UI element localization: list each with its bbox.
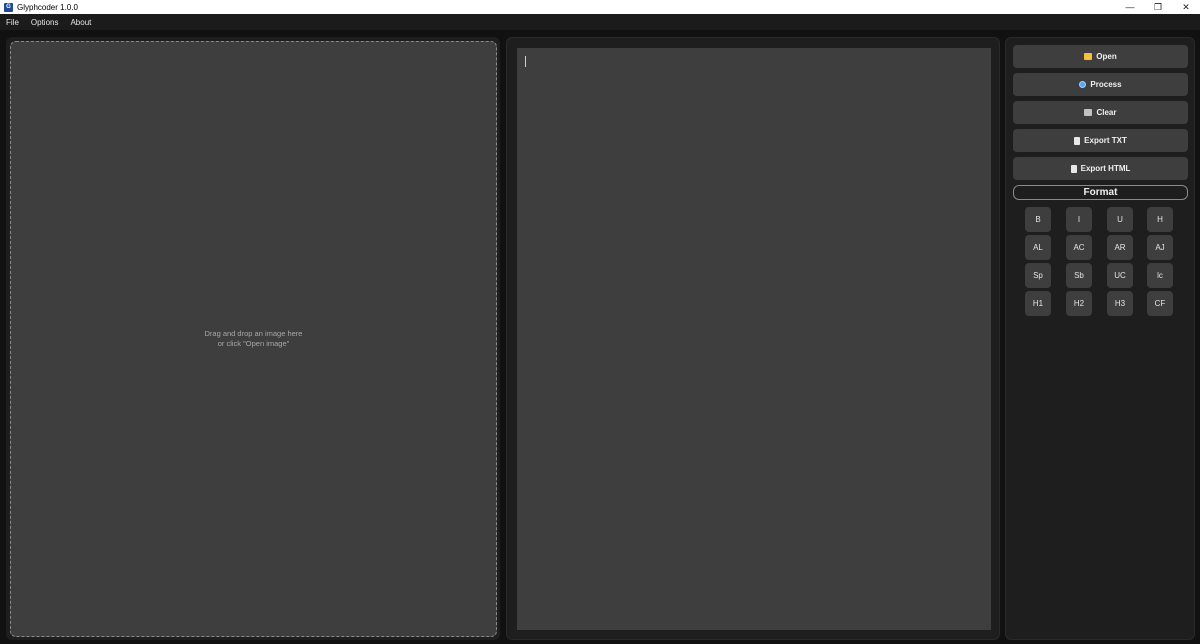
menu-options[interactable]: Options xyxy=(25,18,65,27)
format-align-center-button[interactable]: AC xyxy=(1066,235,1092,260)
format-align-left-button[interactable]: AL xyxy=(1025,235,1051,260)
drop-hint-line-1: Drag and drop an image here xyxy=(204,329,303,338)
export-html-button-label: Export HTML xyxy=(1080,164,1131,173)
clear-button-label: Clear xyxy=(1096,108,1117,117)
open-button[interactable]: Open xyxy=(1013,45,1188,68)
format-italic-button[interactable]: I xyxy=(1066,207,1092,232)
clear-button[interactable]: Clear xyxy=(1013,101,1188,124)
format-lowercase-button[interactable]: lc xyxy=(1147,263,1173,288)
folder-icon xyxy=(1084,53,1093,60)
magnifier-icon xyxy=(1079,81,1087,88)
image-drop-zone[interactable]: Drag and drop an image here or click "Op… xyxy=(10,41,497,637)
minimize-button[interactable]: — xyxy=(1116,0,1144,14)
export-txt-button[interactable]: Export TXT xyxy=(1013,129,1188,152)
menu-file[interactable]: File xyxy=(0,18,25,27)
format-underline-button[interactable]: U xyxy=(1107,207,1133,232)
menu-about[interactable]: About xyxy=(64,18,97,27)
process-button-label: Process xyxy=(1090,80,1122,89)
export-html-button[interactable]: Export HTML xyxy=(1013,157,1188,180)
format-clear-formatting-button[interactable]: CF xyxy=(1147,291,1173,316)
format-heading-1-button[interactable]: H1 xyxy=(1025,291,1051,316)
restore-button[interactable]: ❐ xyxy=(1144,0,1172,14)
format-align-right-button[interactable]: AR xyxy=(1107,235,1133,260)
text-editor[interactable] xyxy=(517,48,991,630)
format-highlight-button[interactable]: H xyxy=(1147,207,1173,232)
drop-hint-line-2: or click "Open image" xyxy=(217,339,290,348)
controls-panel: Open Process Clear Export TXT Export HTM… xyxy=(1005,37,1195,640)
document-icon xyxy=(1070,164,1077,173)
format-subscript-button[interactable]: Sb xyxy=(1066,263,1092,288)
format-heading-2-button[interactable]: H2 xyxy=(1066,291,1092,316)
format-bold-button[interactable]: B xyxy=(1025,207,1051,232)
title-bar: G Glyphcoder 1.0.0 — ❐ ✕ xyxy=(0,0,1200,14)
text-panel xyxy=(506,37,1000,640)
format-align-justify-button[interactable]: AJ xyxy=(1147,235,1173,260)
close-button[interactable]: ✕ xyxy=(1172,0,1200,14)
format-heading-3-button[interactable]: H3 xyxy=(1107,291,1133,316)
window-title: Glyphcoder 1.0.0 xyxy=(17,2,78,12)
open-button-label: Open xyxy=(1096,52,1117,61)
format-section-title: Format xyxy=(1013,185,1188,200)
format-superscript-button[interactable]: Sp xyxy=(1025,263,1051,288)
text-caret xyxy=(525,56,526,67)
document-icon xyxy=(1074,136,1081,145)
process-button[interactable]: Process xyxy=(1013,73,1188,96)
trash-icon xyxy=(1084,109,1093,116)
image-panel: Drag and drop an image here or click "Op… xyxy=(6,37,500,640)
export-txt-button-label: Export TXT xyxy=(1084,136,1127,145)
format-uppercase-button[interactable]: UC xyxy=(1107,263,1133,288)
menu-bar: File Options About xyxy=(0,14,1200,30)
window-controls: — ❐ ✕ xyxy=(1116,0,1200,14)
app-icon: G xyxy=(4,2,13,12)
